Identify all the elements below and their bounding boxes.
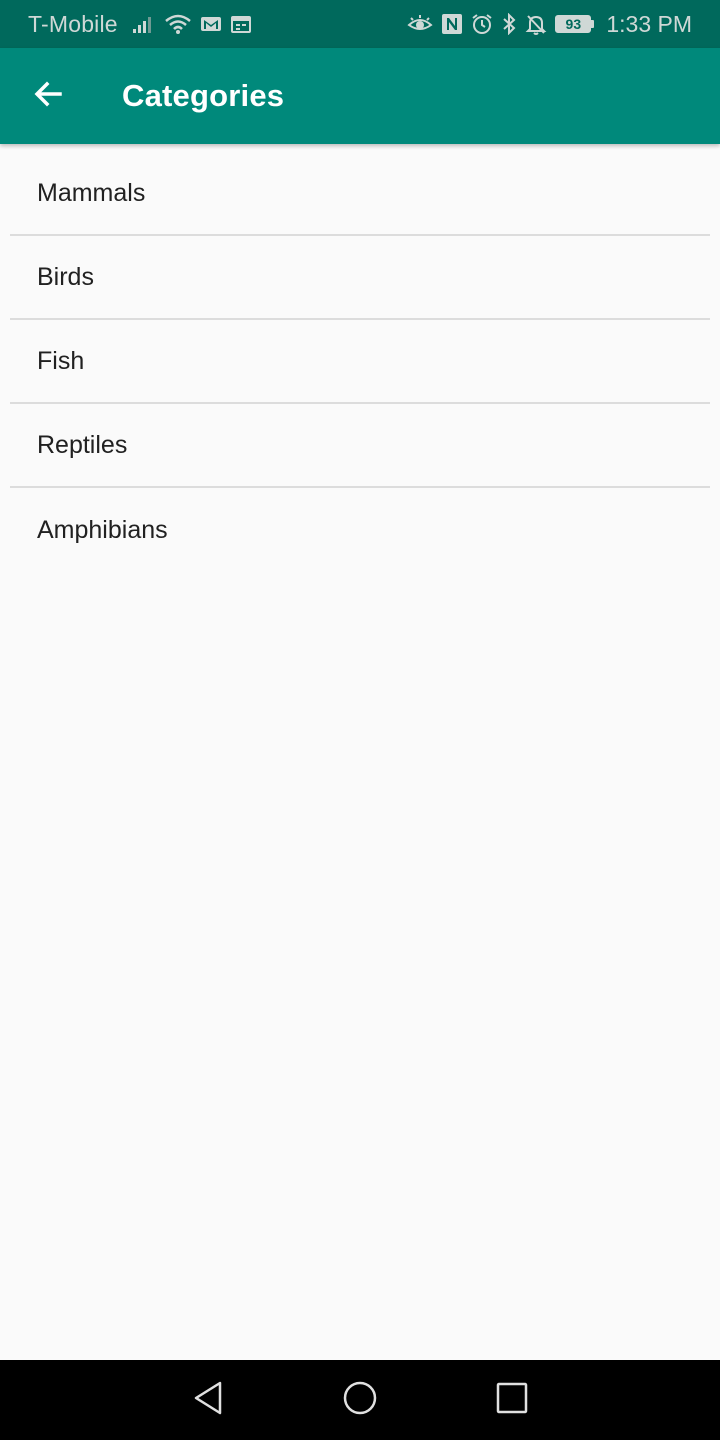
signal-icon — [132, 14, 156, 34]
category-list: Mammals Birds Fish Reptiles Amphibians — [10, 152, 710, 572]
category-item-reptiles[interactable]: Reptiles — [10, 404, 710, 488]
screen: T-Mobile 93 1:33 PM Categories Mammals B… — [0, 0, 720, 1440]
back-nav-icon — [191, 1380, 225, 1421]
gmail-icon — [200, 15, 222, 33]
calendar-icon — [230, 14, 252, 34]
bluetooth-icon — [501, 13, 517, 35]
carrier-name: T-Mobile — [28, 10, 118, 37]
status-bar: T-Mobile 93 1:33 PM — [0, 0, 720, 48]
nfc-icon — [441, 13, 463, 35]
category-item-amphibians[interactable]: Amphibians — [10, 488, 710, 572]
status-left-icons — [132, 13, 252, 35]
system-nav-bar — [0, 1360, 720, 1440]
page-title: Categories — [122, 78, 285, 113]
eye-icon — [407, 14, 433, 34]
battery-level: 93 — [555, 15, 592, 33]
recents-nav-icon — [495, 1381, 529, 1420]
arrow-back-icon — [32, 78, 64, 115]
status-bar-right: 93 1:33 PM — [407, 11, 692, 38]
nav-recents-button[interactable] — [436, 1360, 588, 1440]
category-item-fish[interactable]: Fish — [10, 320, 710, 404]
status-bar-left: T-Mobile — [28, 11, 252, 38]
status-clock: 1:33 PM — [606, 10, 692, 37]
nav-back-button[interactable] — [132, 1360, 284, 1440]
home-nav-icon — [342, 1380, 378, 1421]
nav-home-button[interactable] — [284, 1360, 436, 1440]
battery-indicator: 93 — [555, 15, 595, 33]
alarm-icon — [471, 13, 493, 35]
notifications-off-icon — [525, 13, 547, 35]
category-item-mammals[interactable]: Mammals — [10, 152, 710, 236]
battery-tip — [591, 20, 595, 28]
category-item-birds[interactable]: Birds — [10, 236, 710, 320]
app-bar: Categories — [0, 48, 720, 144]
wifi-icon — [164, 13, 192, 35]
back-button[interactable] — [0, 48, 96, 144]
